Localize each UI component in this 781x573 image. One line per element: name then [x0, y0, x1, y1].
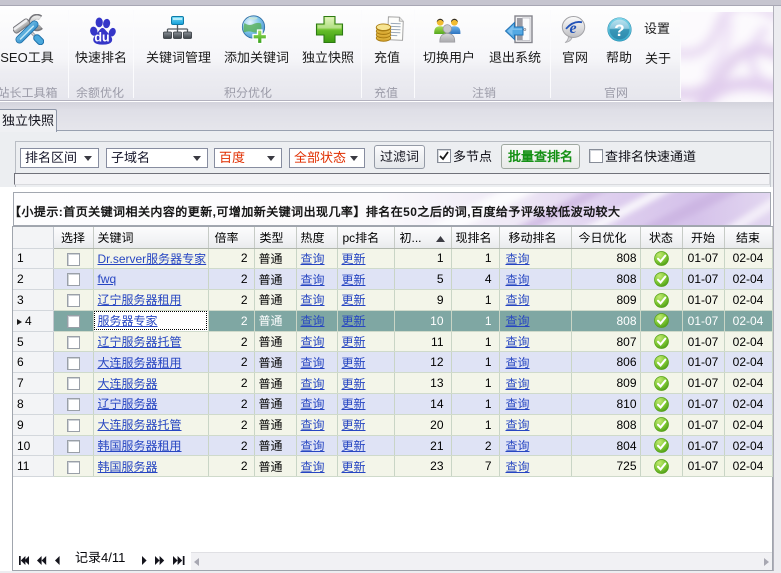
svg-text:du: du — [94, 31, 109, 45]
svg-text:?: ? — [614, 21, 624, 40]
